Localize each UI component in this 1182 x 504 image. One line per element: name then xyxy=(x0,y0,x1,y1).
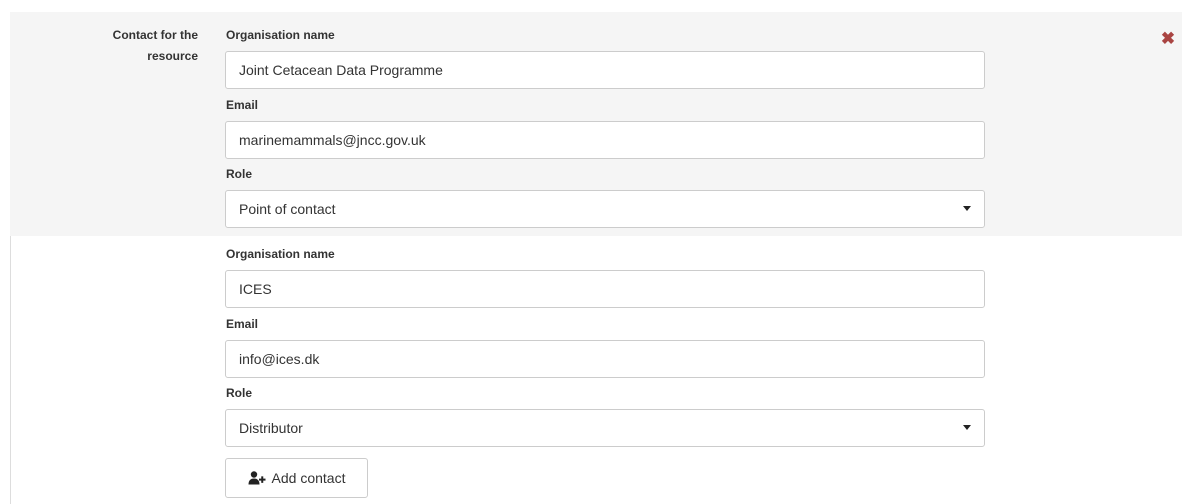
role-label: Role xyxy=(226,167,253,181)
add-contact-label: Add contact xyxy=(271,470,346,486)
email-label: Email xyxy=(226,98,259,112)
add-user-icon xyxy=(248,471,266,485)
contact-block-2: Organisation name ICES Email info@ices.d… xyxy=(10,236,1182,504)
organisation-name-label: Organisation name xyxy=(226,247,335,261)
organisation-name-input[interactable]: Joint Cetacean Data Programme xyxy=(225,51,985,89)
role-select-value: Point of contact xyxy=(239,201,336,217)
role-select[interactable]: Point of contact xyxy=(225,190,985,228)
role-select[interactable]: Distributor xyxy=(225,409,985,447)
remove-contact-icon[interactable]: ✖ xyxy=(1160,30,1176,47)
add-contact-button[interactable]: Add contact xyxy=(225,458,368,498)
organisation-name-label: Organisation name xyxy=(226,28,335,42)
chevron-down-icon xyxy=(963,425,971,430)
contact-section-label: Contact for the resource xyxy=(112,28,198,63)
role-select-value: Distributor xyxy=(239,420,303,436)
email-input[interactable]: info@ices.dk xyxy=(225,340,985,378)
organisation-name-input[interactable]: ICES xyxy=(225,270,985,308)
contact-block-1: Contact for the resource Organisation na… xyxy=(10,12,1182,236)
email-label: Email xyxy=(226,317,259,331)
chevron-down-icon xyxy=(963,206,971,211)
role-label: Role xyxy=(226,386,253,400)
email-input[interactable]: marinemammals@jncc.gov.uk xyxy=(225,121,985,159)
